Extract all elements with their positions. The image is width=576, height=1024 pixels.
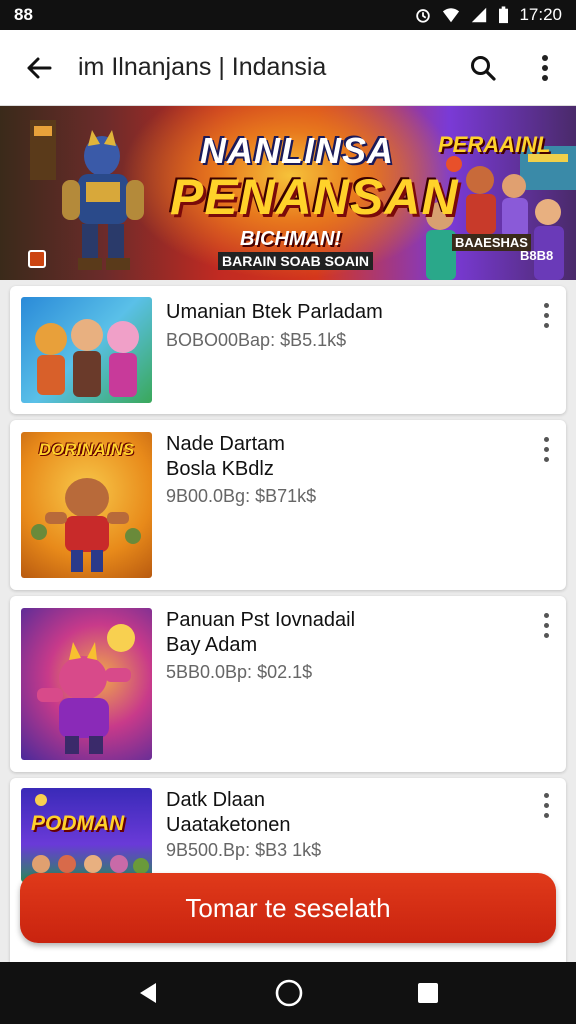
item-more-button[interactable]	[536, 434, 556, 464]
arrow-back-icon	[27, 57, 52, 78]
item-title: Nade Dartam Bosla KBdlz	[166, 433, 285, 480]
banner-subtitle: BICHMAN!	[240, 228, 342, 250]
nav-home-icon[interactable]	[274, 978, 304, 1008]
item-title: Panuan Pst Iovnadail Bay Adam	[166, 609, 356, 656]
search-button[interactable]	[452, 30, 514, 106]
banner-headline-main: PENANSAN	[170, 169, 459, 225]
list-item[interactable]: Umanian Btek Parladam BOBO00Bap: $B5.1k$	[10, 286, 566, 414]
item-meta: 9B500.Bp: $B3 1k$	[166, 840, 322, 860]
list-item[interactable]: Panuan Pst Iovnadail Bay Adam 5BB0.0Bp: …	[10, 596, 566, 772]
page-title: im Ilnanjans | Indansia	[78, 53, 327, 81]
banner-side-title: PERAAINL	[438, 132, 551, 157]
thumbnail-title: PODMAN	[31, 812, 125, 835]
item-more-button[interactable]	[536, 610, 556, 640]
more-vert-icon	[542, 54, 548, 81]
thumbnail-title: DORINAINS	[38, 440, 135, 459]
thumbnail-art	[37, 624, 135, 754]
item-more-button[interactable]	[536, 790, 556, 820]
item-thumbnail	[21, 297, 152, 403]
list-item[interactable]: DORINAINS Nade Dartam Bosla KBdlz 9B00.0…	[10, 420, 566, 590]
wifi-icon	[443, 8, 460, 23]
item-title: Umanian Btek Parladam	[166, 301, 383, 323]
overflow-menu-button[interactable]	[514, 30, 576, 106]
screen: 88 17:20 im Ilnanjans | Indansia NANLINS…	[0, 0, 576, 1024]
nav-back-icon[interactable]	[136, 980, 162, 1006]
promo-banner[interactable]: NANLINSA PENANSAN BICHMAN! BARAIN SOAB S…	[0, 106, 576, 280]
item-more-button[interactable]	[536, 300, 556, 330]
clock: 17:20	[519, 5, 562, 24]
battery-icon	[499, 6, 509, 24]
item-thumbnail: DORINAINS	[21, 432, 152, 578]
status-right: 17:20	[414, 5, 562, 25]
banner-hero-left	[30, 120, 144, 270]
system-nav-bar	[0, 962, 576, 1024]
status-bar: 88 17:20	[0, 0, 576, 30]
back-button[interactable]	[0, 30, 78, 106]
banner-corner-badge	[28, 250, 46, 268]
thumbnail-art	[35, 319, 139, 397]
banner-tagline: BARAIN SOAB SOAIN	[218, 252, 374, 270]
item-thumbnail: PODMAN	[21, 788, 152, 882]
item-meta: 5BB0.0Bp: $02.1$	[166, 662, 313, 682]
nav-recents-icon[interactable]	[416, 981, 440, 1005]
notification-label: 88	[14, 5, 33, 24]
item-thumbnail	[21, 608, 152, 760]
signal-icon	[472, 7, 487, 23]
item-meta: 9B00.0Bg: $B71k$	[166, 486, 317, 506]
banner-corner-label: B8B8	[520, 248, 554, 263]
status-left: 88	[14, 5, 33, 25]
search-icon	[471, 55, 496, 81]
app-bar: im Ilnanjans | Indansia	[0, 30, 576, 106]
item-title: Datk Dlaan Uaataketonen	[166, 789, 291, 836]
alarm-icon	[416, 9, 431, 23]
item-meta: BOBO00Bap: $B5.1k$	[166, 330, 347, 350]
banner-headline-top: NANLINSA	[200, 130, 394, 171]
primary-action-button[interactable]: Tomar te seselath	[20, 873, 556, 943]
